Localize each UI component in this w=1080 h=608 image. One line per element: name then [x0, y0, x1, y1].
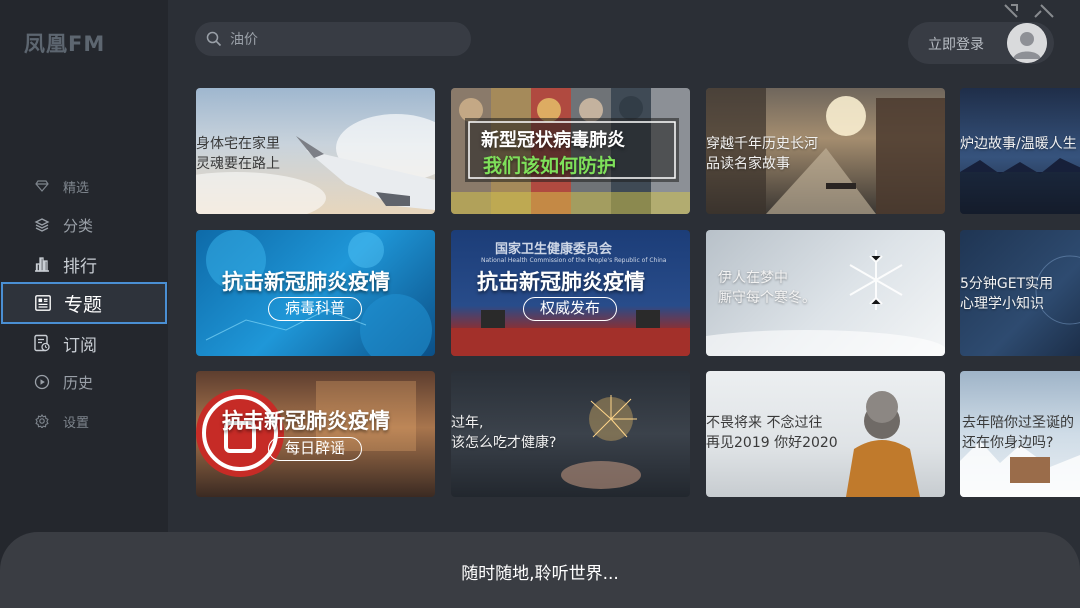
sidebar-item-category[interactable]: 分类 [0, 205, 168, 245]
search-input[interactable]: 油价 [195, 22, 471, 56]
sidebar-item-label: 订阅 [63, 335, 97, 356]
topic-card[interactable]: 炉边故事/温暖人生 [960, 88, 1080, 214]
sidebar-item-subscribe[interactable]: 订阅 [0, 323, 168, 363]
topic-card[interactable]: 去年陪你过圣诞的 还在你身边吗? [960, 371, 1080, 497]
article-icon [34, 294, 52, 312]
sidebar-item-ranking[interactable]: 排行 [0, 244, 168, 284]
sidebar-item-settings[interactable]: 设置 [0, 401, 168, 441]
sidebar-item-featured[interactable]: 精选 [0, 166, 168, 206]
sidebar-item-label: 设置 [63, 415, 90, 431]
sidebar-item-label: 分类 [63, 216, 94, 235]
topic-card[interactable]: 伊人在梦中 厮守每个寒冬。 [706, 230, 945, 356]
sidebar-item-history[interactable]: 历史 [0, 362, 168, 402]
layers-icon [33, 216, 51, 234]
player-bar-text: 随时随地,聆听世界... [461, 564, 619, 584]
diamond-icon [33, 177, 51, 195]
topic-card[interactable]: 抗击新冠肺炎疫情 病毒科普 [196, 230, 435, 356]
sidebar: 凤凰FM 精选 分类 排行 专题 订阅 历史 设置 [0, 0, 168, 608]
sidebar-item-label: 历史 [63, 373, 94, 392]
search-placeholder: 油价 [230, 32, 258, 48]
topic-card[interactable]: 身体宅在家里 灵魂要在路上 [196, 88, 435, 214]
search-icon [206, 31, 222, 47]
bar-chart-icon [33, 255, 51, 273]
gear-icon [33, 412, 51, 430]
topic-card[interactable]: 新型冠状病毒肺炎 我们该如何防护 [451, 88, 690, 214]
topic-card[interactable]: 过年, 该怎么吃才健康? [451, 371, 690, 497]
app-logo: 凤凰FM [24, 32, 106, 56]
topic-card[interactable]: 不畏将来 不念过往 再见2019 你好2020 [706, 371, 945, 497]
window-corner-icon [1004, 4, 1054, 18]
user-avatar-icon[interactable] [1007, 23, 1047, 63]
login-label: 立即登录 [928, 37, 984, 53]
sidebar-item-label: 排行 [63, 256, 97, 277]
topic-card[interactable]: 国家卫生健康委员会 National Health Commission of … [451, 230, 690, 356]
sidebar-item-topics[interactable]: 专题 [1, 282, 167, 324]
topic-card[interactable]: 抗击新冠肺炎疫情 每日辟谣 [196, 371, 435, 497]
topic-card[interactable]: 穿越千年历史长河 品读名家故事 [706, 88, 945, 214]
sidebar-item-label: 专题 [64, 293, 103, 316]
topic-card[interactable]: 5分钟GET实用 心理学小知识 [960, 230, 1080, 356]
player-bar[interactable]: 随时随地,聆听世界... [0, 532, 1080, 608]
play-circle-icon [33, 373, 51, 391]
subscribe-icon [33, 334, 51, 352]
sidebar-item-label: 精选 [63, 180, 90, 196]
